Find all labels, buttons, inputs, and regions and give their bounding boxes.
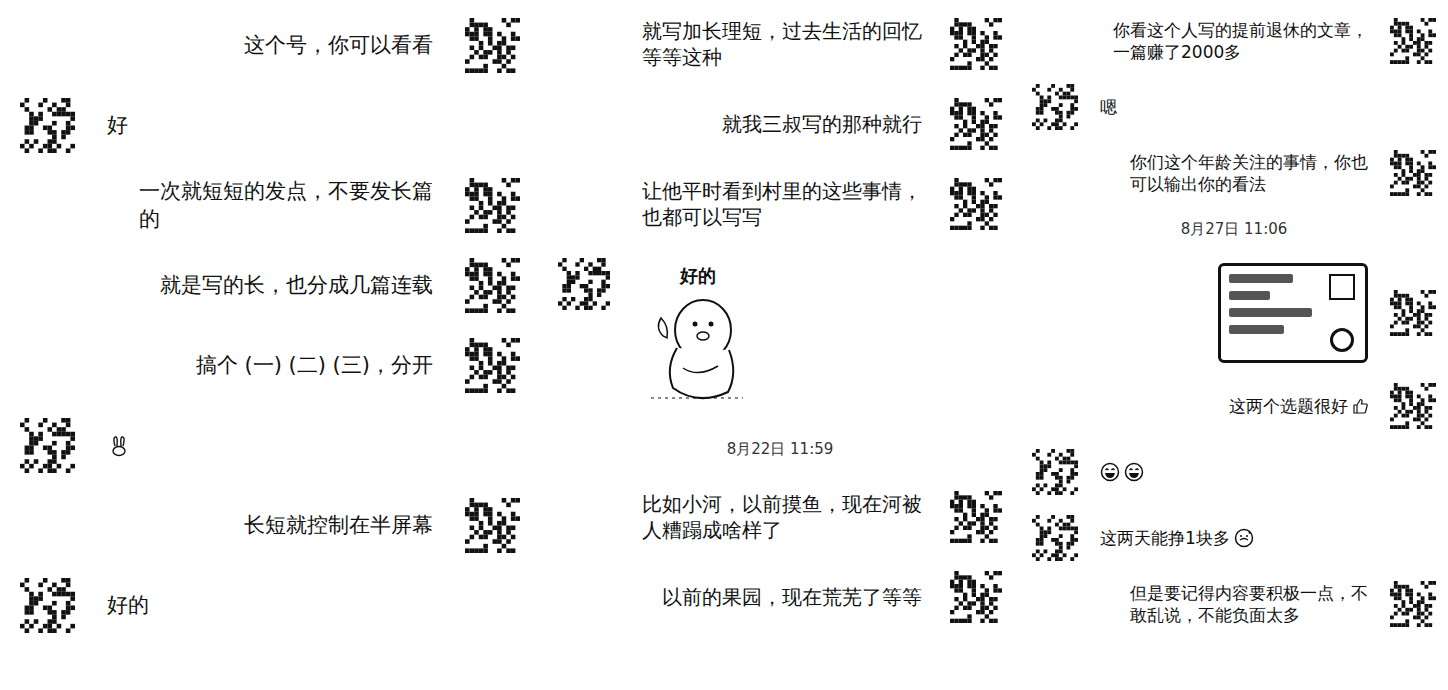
image-bar: [1229, 274, 1293, 283]
avatar-icon[interactable]: [1390, 150, 1436, 196]
message-row: 但是要记得内容要积极一点，不 敢乱说，不能负面太多: [1032, 581, 1436, 627]
image-bar: [1229, 291, 1270, 300]
message-text: 你们这个年龄关注的事情，你也 可以输出你的看法: [1130, 151, 1368, 195]
sticker-text: 好的: [680, 264, 716, 288]
avatar-icon[interactable]: [465, 498, 520, 553]
message-row: 就写加长理短，过去生活的回忆 等等这种: [558, 18, 1002, 70]
message-row: 好的: [20, 578, 520, 633]
message-text: 这个号，你可以看看: [244, 32, 433, 59]
emoji-message: [1100, 462, 1144, 482]
timestamp: 8月27日 11:06: [1032, 216, 1436, 243]
emoji-message: [107, 434, 131, 458]
grin-icon: [1124, 462, 1144, 482]
image-bar: [1229, 308, 1312, 317]
message-text: 长短就控制在半屏幕: [244, 512, 433, 539]
message-text: 搞个 (一) (二) (三)，分开: [196, 352, 433, 379]
avatar-icon[interactable]: [950, 18, 1002, 70]
message-row: 好: [20, 98, 520, 153]
message-row: 这个号，你可以看看: [20, 18, 520, 73]
message-row: [1032, 449, 1436, 495]
image-message[interactable]: [1218, 263, 1368, 363]
image-dot: [1330, 328, 1354, 352]
message-text: 一次就短短的发点，不要发长篇 的: [139, 178, 433, 233]
image-lines: [1229, 274, 1321, 352]
message-row: 你们这个年龄关注的事情，你也 可以输出你的看法: [1032, 150, 1436, 196]
sticker[interactable]: 好的: [638, 258, 758, 408]
avatar-icon[interactable]: [1390, 383, 1436, 429]
message-text: 以前的果园，现在荒芜了等等: [662, 584, 922, 610]
avatar-icon[interactable]: [465, 338, 520, 393]
message-text: 好的: [107, 592, 149, 619]
chat-column: 你看这个人写的提前退休的文章， 一篇赚了2000多嗯你们这个年龄关注的事情，你也…: [1020, 0, 1448, 690]
sweat-face-icon: [1234, 528, 1254, 548]
avatar-icon[interactable]: [465, 258, 520, 313]
message-row: 这两个选题很好: [1032, 383, 1436, 429]
message-text: 就我三叔写的那种就行: [722, 111, 922, 137]
avatar-icon[interactable]: [950, 178, 1002, 230]
avatar-icon[interactable]: [950, 98, 1002, 150]
image-bar: [1229, 325, 1284, 334]
message-row: [20, 418, 520, 473]
message-text: 你看这个人写的提前退休的文章， 一篇赚了2000多: [1113, 19, 1368, 63]
avatar-icon[interactable]: [465, 18, 520, 73]
avatar-icon[interactable]: [20, 418, 75, 473]
avatar-icon[interactable]: [558, 258, 610, 310]
timestamp: 8月22日 11:59: [558, 436, 1002, 463]
avatar-icon[interactable]: [1032, 449, 1078, 495]
avatar-icon[interactable]: [950, 571, 1002, 623]
message-row: 比如小河，以前摸鱼，现在河被 人糟蹋成啥样了: [558, 491, 1002, 543]
message-row: 让他平时看到村里的这些事情， 也都可以写写: [558, 178, 1002, 230]
avatar-icon[interactable]: [950, 491, 1002, 543]
message-text: 就是写的长，也分成几篇连载: [160, 272, 433, 299]
avatar-icon[interactable]: [1032, 84, 1078, 130]
message-text: 这两天能挣1块多: [1100, 527, 1254, 549]
avatar-icon[interactable]: [1390, 18, 1436, 64]
message-row: 好的: [558, 258, 1002, 408]
chat-column: 这个号，你可以看看好一次就短短的发点，不要发长篇 的就是写的长，也分成几篇连载搞…: [0, 0, 540, 690]
sticker-figure-icon: [643, 288, 753, 408]
thumbs-up-icon: [1352, 398, 1368, 414]
message-row: 以前的果园，现在荒芜了等等: [558, 571, 1002, 623]
message-row: 长短就控制在半屏幕: [20, 498, 520, 553]
avatar-icon[interactable]: [465, 178, 520, 233]
message-row: 你看这个人写的提前退休的文章， 一篇赚了2000多: [1032, 18, 1436, 64]
message-row: 一次就短短的发点，不要发长篇 的: [20, 178, 520, 233]
image-side: [1327, 274, 1357, 352]
avatar-icon[interactable]: [20, 98, 75, 153]
avatar-icon[interactable]: [20, 578, 75, 633]
message-text: 但是要记得内容要积极一点，不 敢乱说，不能负面太多: [1130, 582, 1368, 626]
message-row: [1032, 263, 1436, 363]
message-text: 这两个选题很好: [1229, 395, 1368, 417]
chat-column: 就写加长理短，过去生活的回忆 等等这种就我三叔写的那种就行让他平时看到村里的这些…: [540, 0, 1020, 690]
grin-icon: [1100, 462, 1120, 482]
message-text: 好: [107, 112, 128, 139]
rabbit-icon: [107, 434, 131, 458]
chat-collage: 这个号，你可以看看好一次就短短的发点，不要发长篇 的就是写的长，也分成几篇连载搞…: [0, 0, 1448, 690]
message-text: 比如小河，以前摸鱼，现在河被 人糟蹋成啥样了: [642, 491, 922, 543]
message-row: 搞个 (一) (二) (三)，分开: [20, 338, 520, 393]
message-row: 嗯: [1032, 84, 1436, 130]
message-row: 就我三叔写的那种就行: [558, 98, 1002, 150]
message-text: 让他平时看到村里的这些事情， 也都可以写写: [642, 178, 922, 230]
message-row: 这两天能挣1块多: [1032, 515, 1436, 561]
image-square: [1329, 274, 1355, 300]
avatar-icon[interactable]: [1390, 290, 1436, 336]
message-text: 嗯: [1100, 96, 1117, 118]
message-row: 就是写的长，也分成几篇连载: [20, 258, 520, 313]
message-text: 就写加长理短，过去生活的回忆 等等这种: [642, 18, 922, 70]
avatar-icon[interactable]: [1032, 515, 1078, 561]
avatar-icon[interactable]: [1390, 581, 1436, 627]
